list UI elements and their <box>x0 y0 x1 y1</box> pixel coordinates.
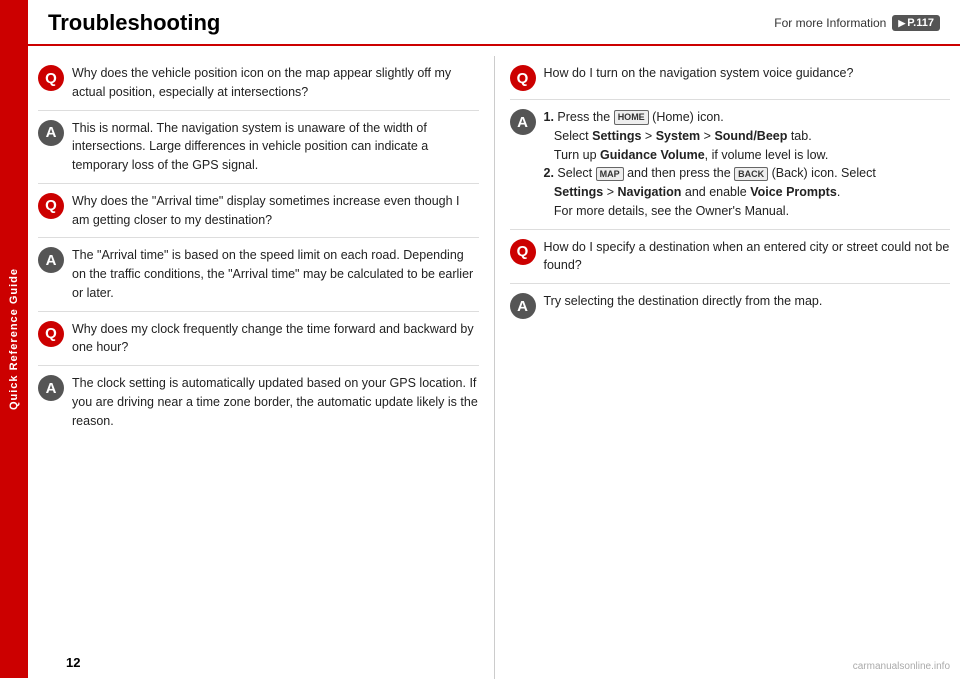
sidebar: Quick Reference Guide <box>0 0 28 678</box>
qa-item: Q Why does the vehicle position icon on … <box>38 56 479 111</box>
qa-item: A 1. Press the HOME (Home) icon. Select … <box>510 100 951 230</box>
right-column: Q How do I turn on the navigation system… <box>505 56 951 679</box>
a-icon: A <box>510 293 536 319</box>
a-icon: A <box>510 109 536 135</box>
map-button-icon: MAP <box>596 167 624 182</box>
qa-item: A The "Arrival time" is based on the spe… <box>38 238 479 311</box>
qa-question-text: How do I turn on the navigation system v… <box>544 64 951 83</box>
q-icon: Q <box>510 65 536 91</box>
main-content: Troubleshooting For more Information P.1… <box>28 0 960 678</box>
qa-question-text: Why does the vehicle position icon on th… <box>72 64 479 102</box>
qa-question-text: Why does the "Arrival time" display some… <box>72 192 479 230</box>
page-header: Troubleshooting For more Information P.1… <box>28 0 960 46</box>
q-icon: Q <box>38 321 64 347</box>
a-icon: A <box>38 247 64 273</box>
q-icon: Q <box>510 239 536 265</box>
qa-answer-text: 1. Press the HOME (Home) icon. Select Se… <box>544 108 951 221</box>
qa-question-text: Why does my clock frequently change the … <box>72 320 479 358</box>
qa-item: A This is normal. The navigation system … <box>38 111 479 184</box>
qa-item: Q Why does the "Arrival time" display so… <box>38 184 479 239</box>
for-more-info-label: For more Information <box>774 16 886 30</box>
qa-answer-text: This is normal. The navigation system is… <box>72 119 479 175</box>
qa-item: Q Why does my clock frequently change th… <box>38 312 479 367</box>
qa-item: Q How do I turn on the navigation system… <box>510 56 951 100</box>
left-column: Q Why does the vehicle position icon on … <box>38 56 495 679</box>
a-icon: A <box>38 120 64 146</box>
q-icon: Q <box>38 65 64 91</box>
content-columns: Q Why does the vehicle position icon on … <box>28 56 960 679</box>
page-title: Troubleshooting <box>48 10 220 36</box>
header-info: For more Information P.117 <box>774 15 940 31</box>
qa-question-text: How do I specify a destination when an e… <box>544 238 951 276</box>
qa-item: A Try selecting the destination directly… <box>510 284 951 327</box>
back-button-icon: BACK <box>734 167 768 182</box>
home-button-icon: HOME <box>614 110 649 125</box>
page-number: 12 <box>66 655 80 670</box>
a-icon: A <box>38 375 64 401</box>
qa-item: A The clock setting is automatically upd… <box>38 366 479 438</box>
qa-item: Q How do I specify a destination when an… <box>510 230 951 285</box>
qa-answer-text: The "Arrival time" is based on the speed… <box>72 246 479 302</box>
page-ref-badge: P.117 <box>892 15 940 31</box>
watermark: carmanualsonline.info <box>853 661 950 672</box>
qa-answer-text: Try selecting the destination directly f… <box>544 292 951 311</box>
qa-answer-text: The clock setting is automatically updat… <box>72 374 479 430</box>
sidebar-label: Quick Reference Guide <box>8 268 20 410</box>
q-icon: Q <box>38 193 64 219</box>
